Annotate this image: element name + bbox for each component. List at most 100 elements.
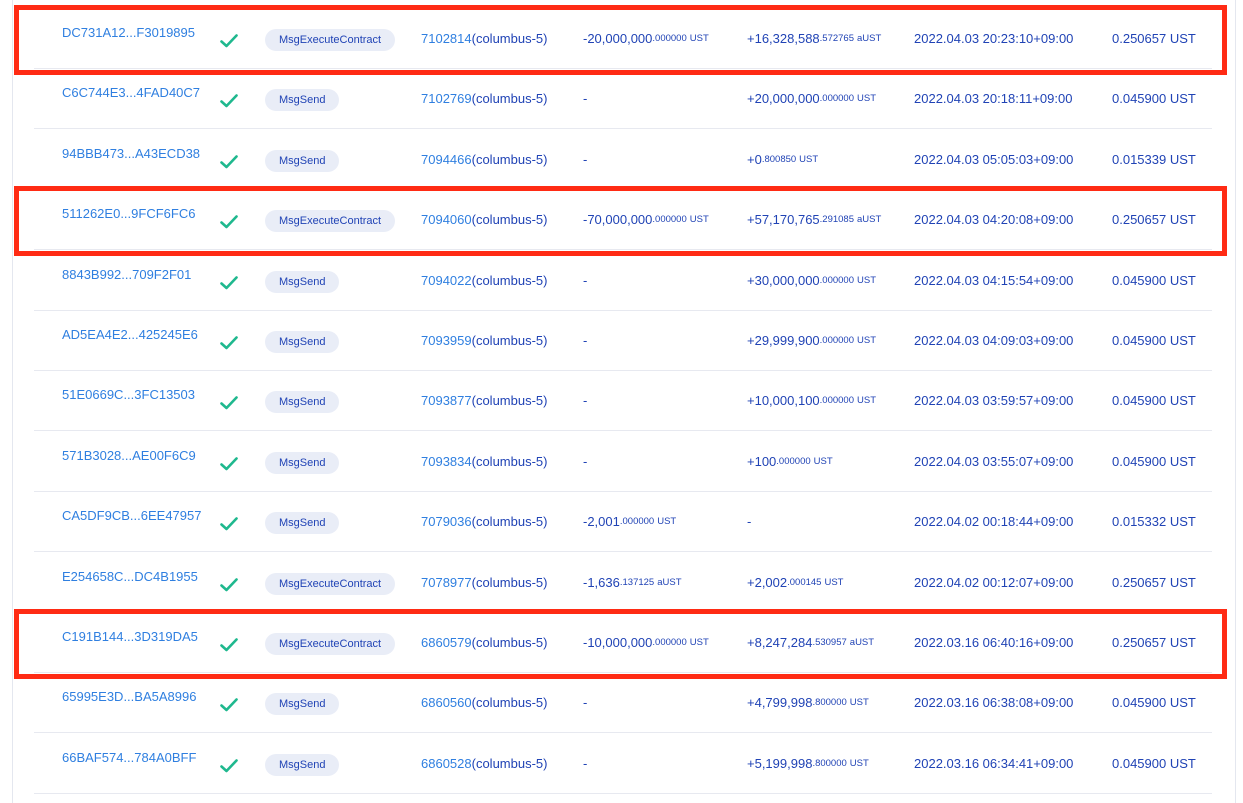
amount-in-main: +0 (747, 151, 762, 167)
tx-fee: 0.045900 UST (1112, 694, 1196, 710)
block-number-link[interactable]: 7094466 (421, 152, 472, 167)
amount-in-main: +16,328,588 (747, 30, 820, 46)
status-success (220, 250, 238, 310)
block-number-link[interactable]: 7078977 (421, 575, 472, 590)
amount-in-unit: UST (799, 153, 819, 165)
block-number-link[interactable]: 6860579 (421, 635, 472, 650)
tx-fee: 0.015339 UST (1112, 151, 1196, 167)
tx-hash-link[interactable]: C6C744E3...4FAD40C7 (62, 62, 200, 122)
tx-hash-link[interactable]: 94BBB473...A43ECD38 (62, 123, 200, 183)
amount-out-main: -10,000,000 (583, 634, 653, 650)
amount-out: - (583, 431, 590, 491)
tx-timestamp: 2022.04.02 00:12:07+09:00 (914, 574, 1074, 590)
amount-in: +20,000,000.000000 UST (747, 68, 876, 128)
tx-hash-link[interactable]: 65995E3D...BA5A8996 (62, 666, 196, 726)
tx-hash-link[interactable]: DC731A12...F3019895 (62, 2, 195, 62)
status-success (220, 189, 238, 249)
tx-timestamp: 2022.04.02 00:18:44+09:00 (914, 513, 1074, 529)
transaction-row: C6C744E3...4FAD40C7 MsgSend 7102769 (columb… (34, 68, 1212, 129)
tx-type-cell: MsgSend (265, 310, 340, 370)
amount-in-decimals: .000145 (787, 576, 822, 588)
tx-hash-link[interactable]: 511262E0...9FCF6FC6 (62, 183, 195, 243)
amount-in: +10,000,100.000000 UST (747, 370, 876, 430)
amount-in-main: +100 (747, 453, 777, 469)
amount-in-decimals: .000000 (819, 92, 854, 104)
tx-type-badge: MsgExecuteContract (265, 633, 396, 655)
block-number-link[interactable]: 7102769 (421, 91, 472, 106)
amount-out-unit: UST (689, 636, 709, 648)
tx-hash-link[interactable]: 66BAF574...784A0BFF (62, 727, 196, 787)
chain-id: (columbus-5) (471, 392, 548, 408)
tx-timestamp: 2022.04.03 05:05:03+09:00 (914, 151, 1074, 167)
amount-in-decimals: .800000 (812, 757, 847, 769)
block-number-link[interactable]: 7093877 (421, 393, 472, 408)
chain-id: (columbus-5) (471, 513, 548, 529)
chain-id: (columbus-5) (471, 755, 548, 771)
status-success (220, 8, 238, 68)
amount-out: -20,000,000.000000 UST (583, 8, 709, 68)
block-cell: 7093959 (columbus-5) (421, 310, 547, 370)
tx-hash-link[interactable]: 571B3028...AE00F6C9 (62, 425, 196, 485)
block-number-link[interactable]: 6860560 (421, 695, 472, 710)
amount-in: +0.800850 UST (747, 129, 818, 189)
tx-type-badge: MsgExecuteContract (265, 573, 396, 595)
tx-fee: 0.045900 UST (1112, 272, 1196, 288)
tx-fee: 0.045900 UST (1112, 453, 1196, 469)
amount-out-main: - (583, 332, 588, 348)
tx-fee: 0.250657 UST (1112, 211, 1196, 227)
amount-out-unit: UST (689, 213, 709, 225)
block-number-link[interactable]: 7094022 (421, 273, 472, 288)
amount-in: +4,799,998.800000 UST (747, 672, 869, 732)
tx-type-cell: MsgSend (265, 370, 340, 430)
tx-hash-link[interactable]: 51E0669C...3FC13503 (62, 364, 195, 424)
tx-fee: 0.045900 UST (1112, 755, 1196, 771)
check-icon (220, 632, 238, 652)
chain-id: (columbus-5) (471, 272, 548, 288)
amount-out: - (583, 672, 590, 732)
status-success (220, 733, 238, 793)
check-icon (220, 330, 238, 350)
amount-in-main: +10,000,100 (747, 392, 820, 408)
check-icon (220, 28, 238, 48)
block-number-link[interactable]: 7093834 (421, 454, 472, 469)
tx-timestamp: 2022.04.03 04:09:03+09:00 (914, 332, 1074, 348)
tx-hash-link[interactable]: 8843B992...709F2F01 (62, 244, 191, 304)
block-cell: 7094022 (columbus-5) (421, 250, 547, 310)
tx-hash-link[interactable]: AD5EA4E2...425245E6 (62, 304, 198, 364)
transaction-row: 66BAF574...784A0BFF MsgSend 6860528 (columb… (34, 733, 1212, 794)
tx-type-badge: MsgSend (265, 693, 340, 715)
chain-id: (columbus-5) (471, 151, 548, 167)
amount-in-unit: aUST (849, 636, 875, 648)
amount-in-decimals: .000000 (819, 274, 854, 286)
tx-hash-link[interactable]: C191B144...3D319DA5 (62, 606, 198, 666)
tx-type-cell: MsgExecuteContract (265, 552, 396, 612)
tx-type-cell: MsgSend (265, 733, 340, 793)
amount-in-unit: aUST (857, 213, 882, 225)
tx-hash-link[interactable]: E254658C...DC4B1955 (62, 546, 198, 606)
transaction-row: C191B144...3D319DA5 MsgExecuteContract 686… (34, 612, 1212, 673)
chain-id: (columbus-5) (471, 332, 548, 348)
chain-id: (columbus-5) (471, 453, 548, 469)
block-number-link[interactable]: 6860528 (421, 756, 472, 771)
status-success (220, 68, 238, 128)
amount-in-unit: aUST (857, 32, 882, 44)
tx-hash-link[interactable]: CA5DF9CB...6EE47957 (62, 485, 201, 545)
amount-in-main: - (747, 513, 752, 529)
block-number-link[interactable]: 7079036 (421, 514, 472, 529)
amount-in-main: +29,999,900 (747, 332, 820, 348)
tx-type-cell: MsgSend (265, 431, 340, 491)
block-number-link[interactable]: 7093959 (421, 333, 472, 348)
block-number-link[interactable]: 7094060 (421, 212, 472, 227)
tx-type-badge: MsgSend (265, 452, 340, 474)
amount-out: -2,001.000000 UST (583, 491, 676, 551)
amount-in-unit: UST (857, 274, 876, 286)
amount-out-decimals: .000000 (652, 32, 687, 44)
amount-out: - (583, 733, 590, 793)
transaction-row: 511262E0...9FCF6FC6 MsgExecuteContract 709… (34, 189, 1212, 250)
tx-fee: 0.045900 UST (1112, 392, 1196, 408)
amount-in: +5,199,998.800000 UST (747, 733, 869, 793)
chain-id: (columbus-5) (471, 211, 548, 227)
amount-out: -1,636.137125 aUST (583, 552, 682, 612)
block-number-link[interactable]: 7102814 (421, 31, 472, 46)
tx-type-badge: MsgExecuteContract (265, 210, 396, 232)
